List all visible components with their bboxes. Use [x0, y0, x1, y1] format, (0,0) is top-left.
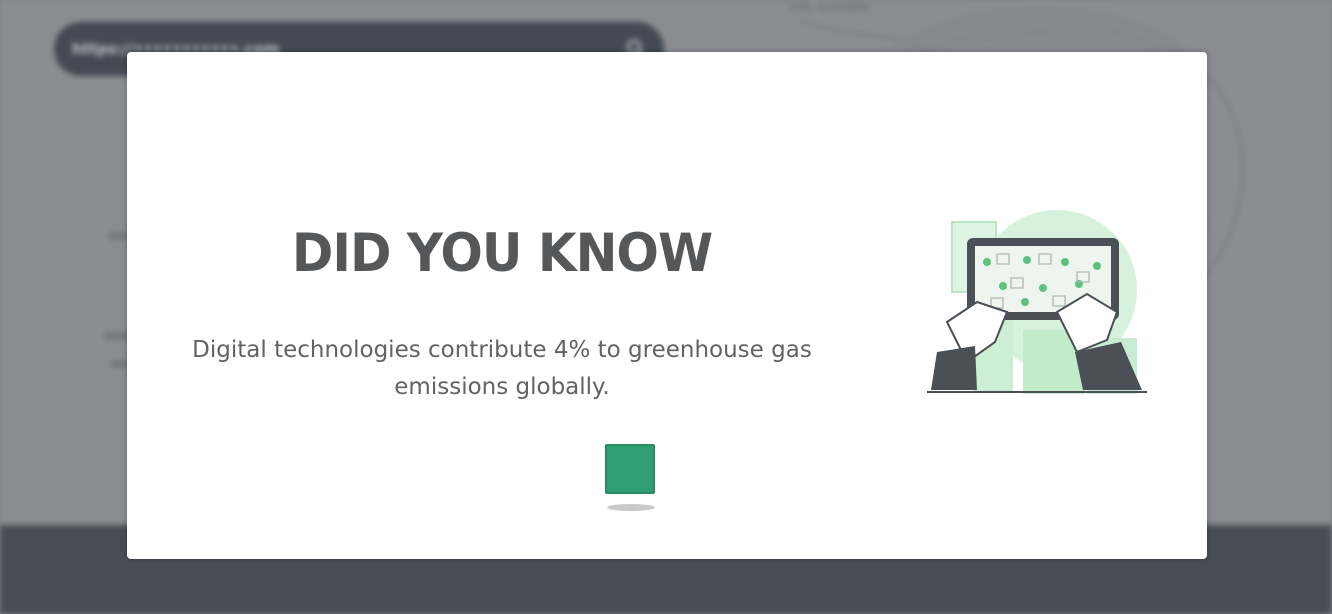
modal-title: DID YOU KNOW: [291, 222, 713, 284]
tablet-hands-illustration: [927, 210, 1147, 394]
button-shadow: [607, 504, 655, 511]
did-you-know-modal: DID YOU KNOW Digital technologies contri…: [127, 52, 1207, 559]
modal-fact-text: Digital technologies contribute 4% to gr…: [192, 337, 812, 400]
next-button[interactable]: [605, 444, 655, 494]
